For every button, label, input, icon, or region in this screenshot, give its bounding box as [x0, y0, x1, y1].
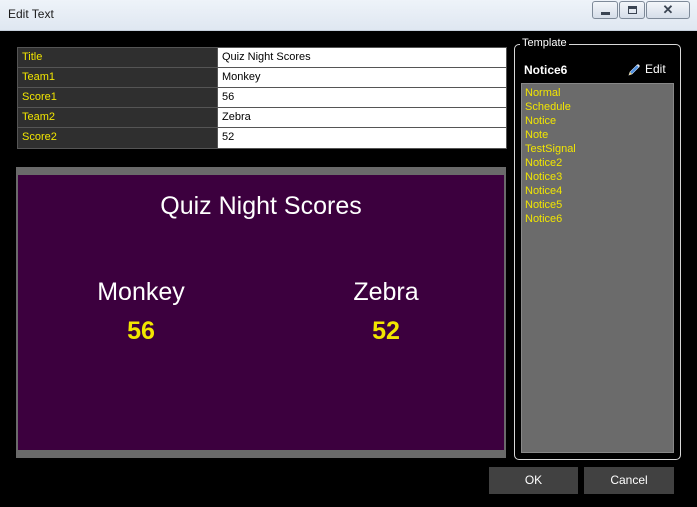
template-list[interactable]: Normal Schedule Notice Note TestSignal N… — [521, 83, 674, 453]
close-button[interactable]: ✕ — [646, 1, 690, 19]
field-row-title: Title Quiz Night Scores — [18, 48, 506, 68]
field-value-input[interactable]: Zebra — [218, 108, 506, 127]
field-row-score1: Score1 56 — [18, 88, 506, 108]
field-value-input[interactable]: 52 — [218, 128, 506, 148]
maximize-icon — [628, 6, 637, 14]
template-list-item[interactable]: Notice4 — [525, 184, 673, 198]
field-name: Title — [18, 48, 218, 67]
preview-title: Quiz Night Scores — [160, 192, 362, 220]
field-name: Score1 — [18, 88, 218, 107]
field-value-input[interactable]: Quiz Night Scores — [218, 48, 506, 67]
preview-team1: Monkey — [97, 278, 185, 306]
maximize-button[interactable] — [619, 1, 645, 19]
ok-button[interactable]: OK — [489, 467, 578, 494]
selected-template: Notice6 — [524, 63, 568, 77]
field-table: Title Quiz Night Scores Team1 Monkey Sco… — [17, 47, 507, 149]
field-value-input[interactable]: Monkey — [218, 68, 506, 87]
preview-canvas: Quiz Night Scores Monkey 56 Zebra 52 — [18, 175, 504, 450]
window-title: Edit Text — [8, 7, 54, 21]
template-list-item[interactable]: Notice3 — [525, 170, 673, 184]
field-name: Score2 — [18, 128, 218, 148]
template-list-item[interactable]: Note — [525, 128, 673, 142]
field-row-team2: Team2 Zebra — [18, 108, 506, 128]
template-list-item[interactable]: TestSignal — [525, 142, 673, 156]
edit-template-button[interactable]: Edit — [628, 62, 666, 76]
field-value-input[interactable]: 56 — [218, 88, 506, 107]
template-list-item[interactable]: Notice5 — [525, 198, 673, 212]
preview-team2: Zebra — [353, 278, 419, 306]
cancel-button[interactable]: Cancel — [584, 467, 674, 494]
template-list-item[interactable]: Schedule — [525, 100, 673, 114]
field-name: Team2 — [18, 108, 218, 127]
field-name: Team1 — [18, 68, 218, 87]
edit-text-window: Edit Text ✕ Title Quiz Night Scores Team… — [0, 0, 697, 507]
field-row-team1: Team1 Monkey — [18, 68, 506, 88]
template-list-item[interactable]: Normal — [525, 86, 673, 100]
preview-panel: Quiz Night Scores Monkey 56 Zebra 52 — [16, 167, 506, 458]
template-legend: Template — [520, 37, 569, 49]
edit-label: Edit — [645, 62, 666, 76]
template-list-item[interactable]: Notice2 — [525, 156, 673, 170]
close-icon: ✕ — [662, 2, 674, 17]
minimize-icon — [601, 12, 610, 15]
window-controls: ✕ — [591, 1, 690, 19]
pencil-icon — [628, 63, 640, 75]
title-bar[interactable]: Edit Text ✕ — [0, 0, 697, 31]
field-row-score2: Score2 52 — [18, 128, 506, 148]
template-list-item[interactable]: Notice — [525, 114, 673, 128]
minimize-button[interactable] — [592, 1, 618, 19]
template-list-item[interactable]: Notice6 — [525, 212, 673, 226]
preview-score2: 52 — [372, 317, 400, 345]
preview-score1: 56 — [127, 317, 155, 345]
